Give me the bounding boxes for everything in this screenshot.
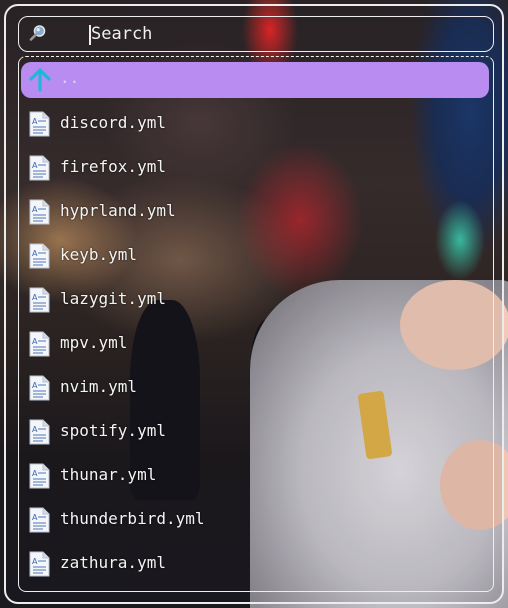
svg-text:A: A (32, 205, 38, 214)
list-item[interactable]: A lazygit.yml (21, 279, 489, 319)
text-file-icon: A (28, 287, 50, 313)
list-item-label: mpv.yml (60, 333, 128, 352)
list-item[interactable]: A mpv.yml (21, 323, 489, 363)
search-input[interactable] (91, 20, 471, 48)
svg-text:A: A (32, 557, 38, 566)
svg-text:A: A (32, 381, 38, 390)
list-item[interactable]: A hyprland.yml (21, 191, 489, 231)
list-item[interactable]: A thunderbird.yml (21, 499, 489, 539)
text-file-icon: A (28, 507, 50, 533)
list-item[interactable]: A thunar.yml (21, 455, 489, 495)
file-list: .. A discord.yml A firefox.yml A hyprlan… (18, 56, 494, 592)
svg-text:A: A (32, 249, 38, 258)
text-file-icon: A (28, 155, 50, 181)
svg-text:A: A (32, 293, 38, 302)
svg-text:A: A (32, 161, 38, 170)
list-item-label: lazygit.yml (60, 289, 166, 308)
list-item[interactable]: A zathura.yml (21, 543, 489, 583)
list-item[interactable]: A firefox.yml (21, 147, 489, 187)
list-item-label: nvim.yml (60, 377, 138, 396)
list-item-label: hyprland.yml (60, 201, 176, 220)
list-item[interactable]: A spotify.yml (21, 411, 489, 451)
search-bar[interactable] (18, 16, 494, 52)
list-item-label: spotify.yml (60, 421, 166, 440)
svg-text:A: A (32, 425, 38, 434)
search-icon (29, 24, 47, 42)
svg-text:A: A (32, 513, 38, 522)
list-item[interactable]: A discord.yml (21, 103, 489, 143)
text-file-icon: A (28, 463, 50, 489)
list-item-label: keyb.yml (60, 245, 138, 264)
arrow-up-icon (27, 67, 53, 93)
list-item-label: firefox.yml (60, 157, 166, 176)
text-file-icon: A (28, 111, 50, 137)
list-item-label: discord.yml (60, 113, 166, 132)
text-file-icon: A (28, 243, 50, 269)
text-file-icon: A (28, 419, 50, 445)
svg-text:A: A (32, 117, 38, 126)
list-item[interactable]: A nvim.yml (21, 367, 489, 407)
list-item-label: .. (60, 68, 80, 87)
list-item[interactable]: A keyb.yml (21, 235, 489, 275)
text-file-icon: A (28, 375, 50, 401)
text-file-icon: A (28, 331, 50, 357)
list-item-label: zathura.yml (60, 553, 166, 572)
text-file-icon: A (28, 199, 50, 225)
text-file-icon: A (28, 551, 50, 577)
list-item-parent-dir[interactable]: .. (21, 62, 489, 98)
svg-text:A: A (32, 337, 38, 346)
list-item-label: thunderbird.yml (60, 509, 205, 528)
list-item-label: thunar.yml (60, 465, 157, 484)
svg-text:A: A (32, 469, 38, 478)
